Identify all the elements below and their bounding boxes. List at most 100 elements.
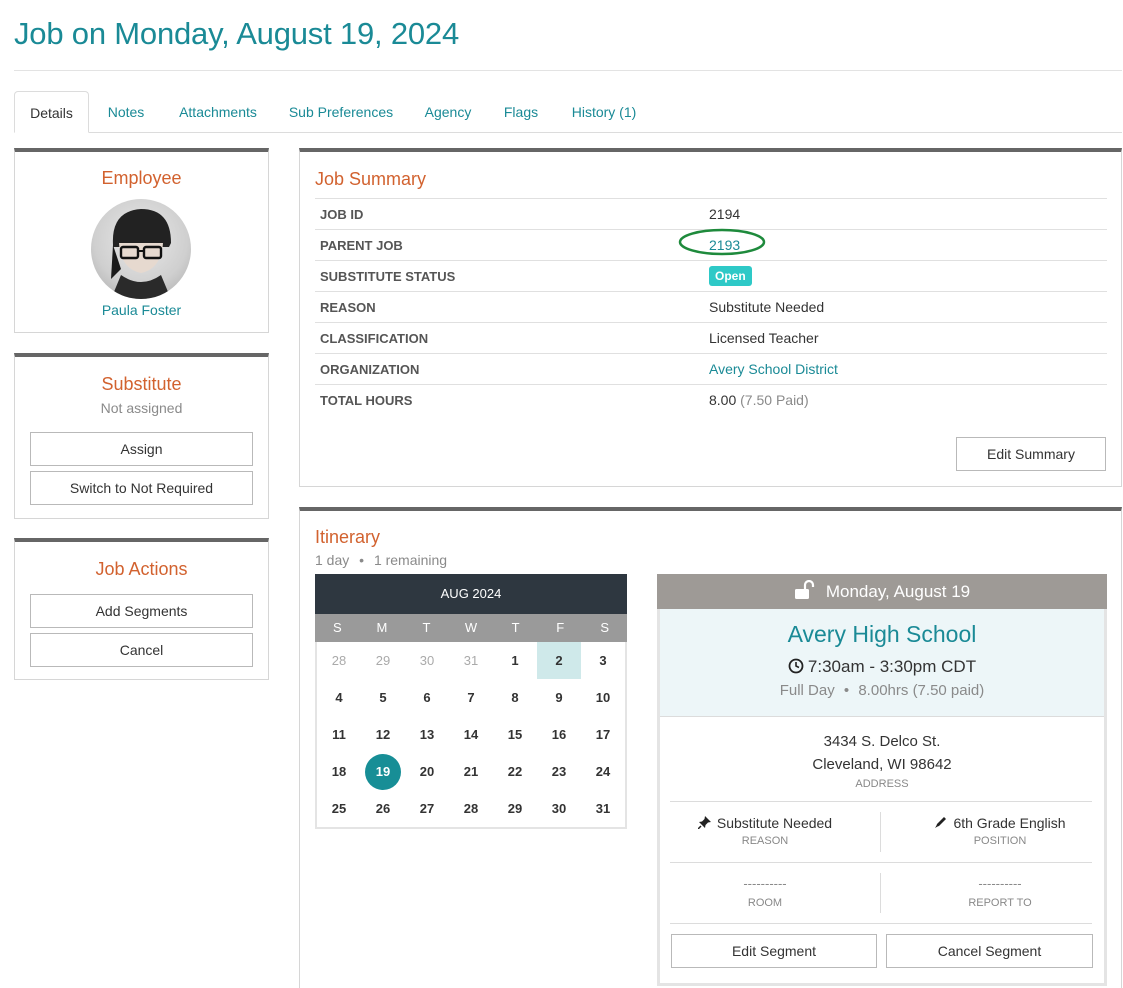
calendar-day-number: 13: [419, 727, 435, 742]
tab-agency[interactable]: Agency: [418, 91, 478, 133]
table-row: SUBSTITUTE STATUS Open: [315, 260, 1107, 292]
calendar-day-number: 21: [463, 764, 479, 779]
table-row: JOB ID 2194: [315, 198, 1107, 230]
organization-link[interactable]: Avery School District: [709, 361, 838, 377]
tab-attachments[interactable]: Attachments: [172, 91, 264, 133]
calendar-day-number: 25: [331, 801, 347, 816]
room-value: ----------: [743, 876, 787, 891]
row-key: PARENT JOB: [315, 229, 704, 261]
calendar-day[interactable]: 30: [405, 642, 449, 679]
calendar-day[interactable]: 3: [581, 642, 625, 679]
divider: [670, 801, 1092, 802]
weekday-label: S: [600, 620, 610, 635]
calendar-day[interactable]: 17: [581, 716, 625, 753]
calendar-day[interactable]: 29: [361, 642, 405, 679]
switch-to-not-required-button[interactable]: Switch to Not Required: [30, 471, 253, 505]
calendar-day-number: 19: [365, 753, 401, 790]
tab-history[interactable]: History (1): [564, 91, 644, 133]
dot-separator: •: [843, 682, 850, 699]
employee-name-link[interactable]: Paula Foster: [15, 302, 268, 318]
calendar-day[interactable]: 31: [581, 790, 625, 827]
calendar-day-number: 29: [507, 801, 523, 816]
calendar-day[interactable]: 8: [493, 679, 537, 716]
calendar-day[interactable]: 29: [493, 790, 537, 827]
calendar-day[interactable]: 23: [537, 753, 581, 790]
calendar-day-number: 18: [331, 764, 347, 779]
cancel-segment-button[interactable]: Cancel Segment: [886, 934, 1093, 968]
calendar-day-number: 28: [463, 801, 479, 816]
calendar-day-number: 3: [599, 653, 607, 668]
calendar-day[interactable]: 21: [449, 753, 493, 790]
calendar-day[interactable]: 11: [317, 716, 361, 753]
calendar-month-label: AUG 2024: [315, 574, 627, 614]
reason-caption: REASON: [741, 835, 789, 847]
divider: [670, 862, 1092, 863]
itinerary-panel: Itinerary 1 day • 1 remaining AUG 2024 S…: [299, 507, 1122, 988]
calendar-day-number: 24: [595, 764, 611, 779]
tab-bar: Details Notes Attachments Sub Preference…: [14, 91, 1122, 133]
segment-time: 7:30am - 3:30pm CDT: [807, 657, 977, 676]
calendar-day[interactable]: 12: [361, 716, 405, 753]
add-segments-button[interactable]: Add Segments: [30, 594, 253, 628]
calendar-day-number: 16: [551, 727, 567, 742]
segment-position: 6th Grade English POSITION: [890, 815, 1110, 847]
calendar-grid: 28 29 30 31 1 2 3 4 5 6 7 8 9 10 11 12 13 14 15 16 17 18 19 20 2…: [317, 642, 625, 827]
tab-notes[interactable]: Notes: [99, 91, 153, 133]
calendar-day[interactable]: 26: [361, 790, 405, 827]
calendar-day-number: 12: [375, 727, 391, 742]
classification-value: Licensed Teacher: [704, 322, 1107, 354]
calendar-day[interactable]: 27: [405, 790, 449, 827]
pin-icon: [697, 816, 711, 830]
calendar-day[interactable]: 7: [449, 679, 493, 716]
itinerary-remaining: 1 remaining: [373, 552, 448, 568]
calendar-day[interactable]: 31: [449, 642, 493, 679]
calendar-day[interactable]: 25: [317, 790, 361, 827]
calendar-day[interactable]: 6: [405, 679, 449, 716]
edit-segment-button[interactable]: Edit Segment: [671, 934, 877, 968]
calendar-day[interactable]: 24: [581, 753, 625, 790]
calendar-day-number: 22: [507, 764, 523, 779]
segment-time-row: 7:30am - 3:30pm CDT: [660, 657, 1104, 677]
calendar-day[interactable]: 2: [537, 642, 581, 679]
school-name: Avery High School: [787, 621, 977, 647]
calendar-day-number: 20: [419, 764, 435, 779]
calendar-day[interactable]: 5: [361, 679, 405, 716]
calendar-day[interactable]: 18: [317, 753, 361, 790]
calendar-day-number: 10: [595, 690, 611, 705]
calendar-day[interactable]: 9: [537, 679, 581, 716]
tab-flags[interactable]: Flags: [498, 91, 544, 133]
edit-summary-button[interactable]: Edit Summary: [956, 437, 1106, 471]
unlock-icon[interactable]: [794, 579, 816, 600]
calendar-day-number: 9: [555, 690, 563, 705]
itinerary-days: 1 day: [315, 552, 350, 568]
position-text: 6th Grade English: [953, 815, 1066, 831]
calendar-day[interactable]: 4: [317, 679, 361, 716]
reason-value: Substitute Needed: [704, 291, 1107, 323]
assign-button[interactable]: Assign: [30, 432, 253, 466]
calendar-day[interactable]: 30: [537, 790, 581, 827]
calendar-day[interactable]: 15: [493, 716, 537, 753]
divider: [880, 812, 881, 852]
row-key: REASON: [315, 291, 704, 323]
calendar-day[interactable]: 20: [405, 753, 449, 790]
cancel-job-button[interactable]: Cancel: [30, 633, 253, 667]
calendar-day[interactable]: 16: [537, 716, 581, 753]
calendar-day[interactable]: 14: [449, 716, 493, 753]
weekday-label: S: [332, 620, 342, 635]
calendar-day-number: 17: [595, 727, 611, 742]
weekday-label: T: [511, 620, 520, 635]
tab-sub-preferences[interactable]: Sub Preferences: [286, 91, 396, 133]
calendar-day[interactable]: 28: [449, 790, 493, 827]
calendar-day[interactable]: 1: [493, 642, 537, 679]
calendar-day[interactable]: 13: [405, 716, 449, 753]
calendar-day[interactable]: 22: [493, 753, 537, 790]
table-row: ORGANIZATION Avery School District: [315, 353, 1107, 385]
calendar-day-number: 31: [463, 653, 479, 668]
table-row: TOTAL HOURS 8.00 (7.50 Paid): [315, 384, 1107, 416]
calendar-day[interactable]: 19: [361, 753, 405, 790]
calendar-day[interactable]: 10: [581, 679, 625, 716]
tab-details[interactable]: Details: [14, 91, 89, 133]
calendar-day[interactable]: 28: [317, 642, 361, 679]
title-divider: [14, 70, 1122, 71]
job-id-value: 2194: [704, 198, 1107, 230]
